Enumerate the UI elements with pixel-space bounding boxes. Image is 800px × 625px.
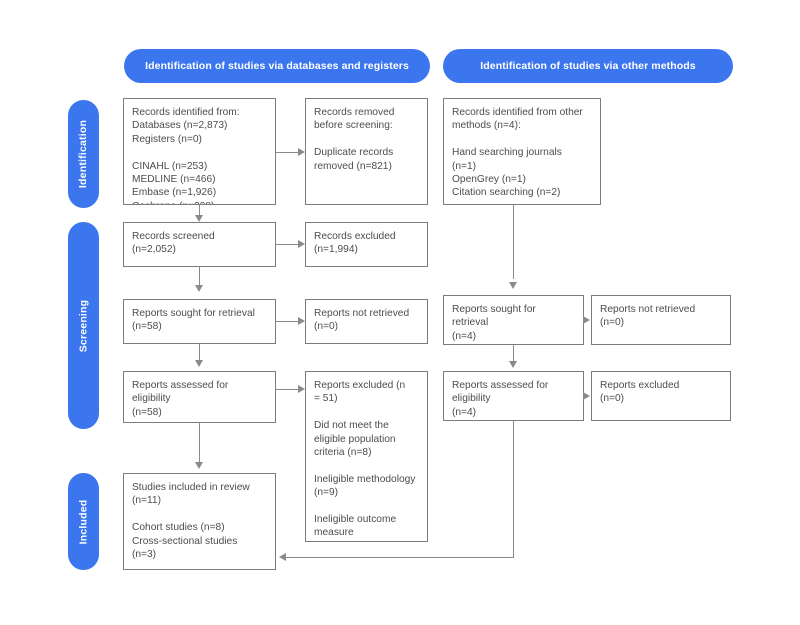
box-reports-sought-other: Reports sought for retrieval (n=4) (443, 295, 584, 345)
arrowhead-assessed-other-to-included (279, 553, 286, 561)
stage-pill-included: Included (68, 473, 99, 570)
connector-identified-to-screened (199, 205, 200, 215)
arrowhead-sought-other-to-not-retrieved-other (583, 316, 590, 324)
box-records-identified: Records identified from: Databases (n=2,… (123, 98, 276, 205)
box-reports-assessed-other: Reports assessed for eligibility (n=4) (443, 371, 584, 421)
stage-label-screening: Screening (77, 299, 90, 352)
stage-label-identification: Identification (77, 119, 90, 189)
connector-assessed-to-included (199, 423, 200, 462)
connector-sought-other-to-assessed-other (513, 345, 514, 361)
connector-screened-to-sought (199, 267, 200, 285)
box-reports-sought: Reports sought for retrieval (n=58) (123, 299, 276, 344)
banner-other-methods-label: Identification of studies via other meth… (480, 60, 696, 72)
banner-databases-and-registers: Identification of studies via databases … (124, 49, 430, 83)
connector-assessed-to-excluded (276, 389, 298, 390)
box-reports-excluded: Reports excluded (n = 51) Did not meet t… (305, 371, 428, 542)
arrowhead-sought-to-not-retrieved (298, 317, 305, 325)
box-reports-not-retrieved: Reports not retrieved (n=0) (305, 299, 428, 344)
arrowhead-screened-to-excluded (298, 240, 305, 248)
stage-pill-identification: Identification (68, 100, 99, 208)
arrowhead-identified-other-to-sought-other (509, 282, 517, 289)
connector-assessed-other-to-included-vertical (513, 421, 514, 558)
box-studies-included: Studies included in review (n=11) Cohort… (123, 473, 276, 570)
connector-assessed-other-to-included-horizontal (286, 557, 513, 558)
connector-sought-to-not-retrieved (276, 321, 298, 322)
connector-screened-to-excluded (276, 244, 298, 245)
stage-label-included: Included (77, 499, 90, 544)
arrowhead-identified-to-removed (298, 148, 305, 156)
arrowhead-identified-to-screened (195, 215, 203, 222)
arrowhead-assessed-other-to-excluded-other (583, 392, 590, 400)
box-records-excluded: Records excluded (n=1,994) (305, 222, 428, 267)
connector-identified-other-to-sought-other (513, 205, 514, 279)
arrowhead-sought-other-to-assessed-other (509, 361, 517, 368)
connector-sought-to-assessed (199, 344, 200, 360)
prisma-flow-diagram: Identification of studies via databases … (0, 0, 800, 625)
banner-databases-label: Identification of studies via databases … (145, 60, 409, 72)
connector-identified-to-removed (276, 152, 298, 153)
arrowhead-screened-to-sought (195, 285, 203, 292)
arrowhead-assessed-to-included (195, 462, 203, 469)
arrowhead-assessed-to-excluded (298, 385, 305, 393)
box-reports-not-retrieved-other: Reports not retrieved (n=0) (591, 295, 731, 345)
arrowhead-sought-to-assessed (195, 360, 203, 367)
banner-other-methods: Identification of studies via other meth… (443, 49, 733, 83)
box-records-screened: Records screened (n=2,052) (123, 222, 276, 267)
box-reports-assessed: Reports assessed for eligibility (n=58) (123, 371, 276, 423)
stage-pill-screening: Screening (68, 222, 99, 429)
box-reports-excluded-other: Reports excluded (n=0) (591, 371, 731, 421)
box-records-identified-other: Records identified from other methods (n… (443, 98, 601, 205)
box-records-removed: Records removed before screening: Duplic… (305, 98, 428, 205)
